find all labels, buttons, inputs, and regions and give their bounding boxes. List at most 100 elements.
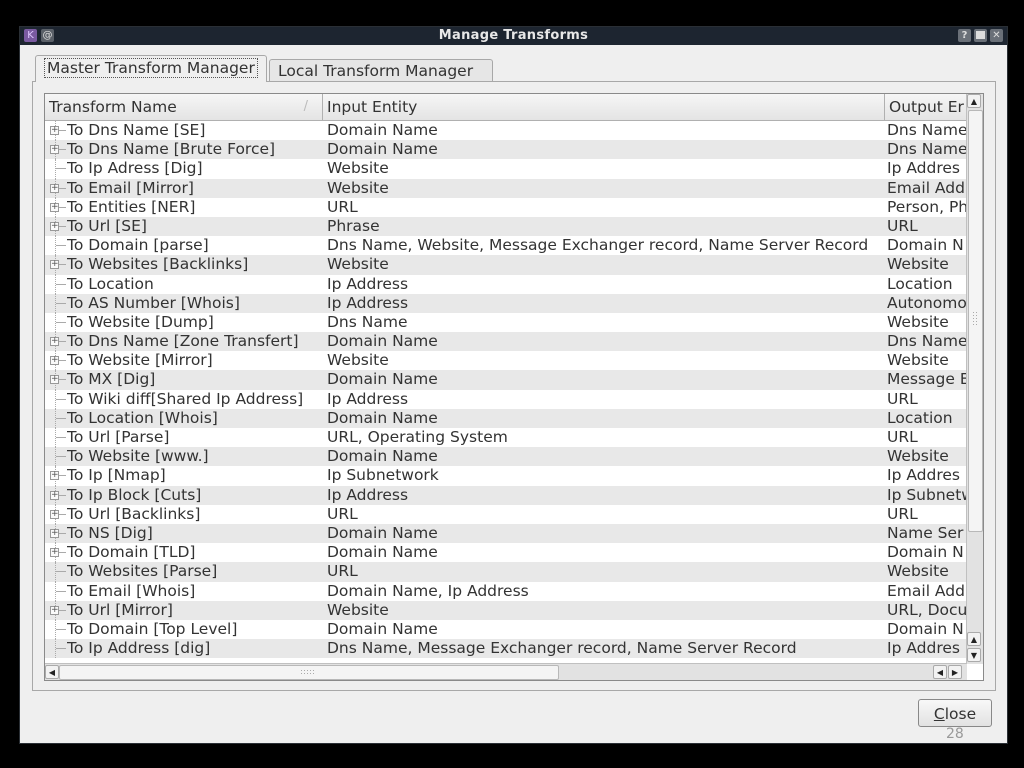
- tree-branch-line: [56, 321, 66, 323]
- table-row[interactable]: + To Websites [Backlinks] Website Website: [45, 255, 967, 275]
- cell-output-entity: Autonomo: [887, 293, 967, 312]
- cell-input-entity: Phrase: [327, 216, 380, 235]
- expand-icon[interactable]: +: [50, 337, 59, 347]
- cell-transform-name: To Website [Dump]: [67, 312, 214, 331]
- table-row[interactable]: To Website [www.] Domain Name Website: [45, 447, 967, 467]
- cell-input-entity: Domain Name: [327, 370, 438, 389]
- help-icon[interactable]: ?: [958, 29, 971, 42]
- table-row[interactable]: + To Domain [TLD] Domain Name Domain N: [45, 543, 967, 563]
- cell-transform-name: To MX [Dig]: [67, 370, 156, 389]
- table-row[interactable]: To Location [Whois] Domain Name Location: [45, 408, 967, 428]
- cell-input-entity: Domain Name, Ip Address: [327, 581, 529, 600]
- cell-input-entity: Domain Name: [327, 408, 438, 427]
- cell-output-entity: Website: [887, 312, 949, 331]
- table-row[interactable]: To Websites [Parse] URL Website: [45, 562, 967, 582]
- cell-input-entity: Domain Name: [327, 523, 438, 542]
- expand-icon[interactable]: +: [50, 221, 59, 231]
- cell-transform-name: To AS Number [Whois]: [67, 293, 240, 312]
- expand-icon[interactable]: +: [50, 145, 59, 155]
- table-row[interactable]: + To Url [Backlinks] URL URL: [45, 504, 967, 524]
- table-row[interactable]: + To Dns Name [Zone Transfert] Domain Name…: [45, 332, 967, 352]
- expand-icon[interactable]: +: [50, 126, 59, 135]
- table-row[interactable]: + To Website [Mirror] Website Website: [45, 351, 967, 371]
- cell-output-entity: Domain N: [887, 619, 964, 638]
- expand-icon[interactable]: +: [50, 356, 59, 366]
- table-row[interactable]: To Url [Parse] URL, Operating System URL: [45, 428, 967, 448]
- cell-transform-name: To Ip [Nmap]: [67, 466, 166, 485]
- cell-input-entity: Dns Name, Website, Message Exchanger rec…: [327, 236, 869, 255]
- table-row[interactable]: + To NS [Dig] Domain Name Name Ser: [45, 523, 967, 544]
- table-row[interactable]: + To Email [Mirror] Website Email Add: [45, 178, 967, 198]
- table-row[interactable]: To AS Number [Whois] Ip Address Autonomo: [45, 293, 967, 313]
- cell-output-entity: Website: [887, 351, 949, 370]
- grip-icon: [972, 311, 979, 325]
- table-row[interactable]: + To Ip Block [Cuts] Ip Address Ip Subnetw: [45, 485, 967, 505]
- table-row[interactable]: To Location Ip Address Location: [45, 274, 967, 294]
- tree-branch-line: [56, 456, 66, 458]
- cell-output-entity: Message E: [887, 370, 967, 389]
- cell-transform-name: To Dns Name [SE]: [67, 121, 206, 139]
- table-row[interactable]: To Email [Whois] Domain Name, Ip Address E…: [45, 581, 967, 601]
- close-button[interactable]: Close: [918, 699, 992, 727]
- table-row[interactable]: + To Url [Mirror] Website URL, Docu: [45, 600, 967, 620]
- table-row[interactable]: + To Dns Name [Brute Force] Domain Name Dns…: [45, 140, 967, 160]
- cell-transform-name: To Ip Adress [Dig]: [67, 159, 203, 178]
- column-header-output-entity[interactable]: Output Er: [885, 94, 967, 120]
- vertical-scroll-thumb[interactable]: [968, 110, 983, 532]
- expand-icon[interactable]: +: [50, 548, 59, 558]
- tab-label: Local Transform Manager: [278, 62, 474, 80]
- scroll-left-button-right[interactable]: ◀: [933, 665, 947, 679]
- expand-icon[interactable]: +: [50, 375, 59, 385]
- table-row[interactable]: + To Dns Name [SE] Domain Name Dns Name: [45, 121, 967, 141]
- cell-transform-name: To Url [Mirror]: [67, 600, 173, 619]
- scroll-up-button[interactable]: ▲: [967, 94, 981, 108]
- cell-output-entity: URL: [887, 216, 918, 235]
- table-row[interactable]: + To Entities [NER] URL Person, Ph: [45, 197, 967, 217]
- expand-icon[interactable]: +: [50, 528, 59, 538]
- scroll-left-button[interactable]: ◀: [45, 665, 59, 679]
- expand-icon[interactable]: +: [50, 471, 59, 481]
- table-row[interactable]: To Wiki diff[Shared Ip Address] Ip Addres…: [45, 389, 967, 409]
- table-row[interactable]: To Domain [Top Level] Domain Name Domain N: [45, 619, 967, 640]
- table-row[interactable]: + To MX [Dig] Domain Name Message E: [45, 370, 967, 390]
- maximize-icon[interactable]: [974, 29, 987, 42]
- scroll-up-button-lower[interactable]: ▲: [967, 632, 981, 646]
- sort-indicator-icon: /: [303, 99, 308, 114]
- cell-output-entity: Person, Ph: [887, 197, 967, 216]
- expand-icon[interactable]: +: [50, 509, 59, 519]
- cell-input-entity: Website: [327, 178, 389, 197]
- table-row[interactable]: To Ip Address [dig] Dns Name, Message Exc…: [45, 639, 967, 659]
- tab-local-transform-manager[interactable]: Local Transform Manager: [269, 59, 493, 82]
- column-header-input-entity[interactable]: Input Entity: [323, 94, 885, 120]
- tree-branch-line: [56, 628, 66, 630]
- expand-icon[interactable]: +: [50, 490, 59, 500]
- scroll-down-button[interactable]: ▼: [967, 648, 981, 662]
- transforms-table: Transform Name / Input Entity Output Er …: [44, 93, 984, 681]
- tree-branch-line: [56, 437, 66, 438]
- tab-master-transform-manager[interactable]: Master Transform Manager: [35, 55, 267, 82]
- table-header: Transform Name / Input Entity Output Er: [45, 94, 967, 121]
- expand-icon[interactable]: +: [50, 183, 59, 193]
- cell-input-entity: Ip Address: [327, 274, 409, 293]
- horizontal-scrollbar[interactable]: ◀ ◀ ▶: [45, 663, 967, 680]
- table-row[interactable]: To Ip Adress [Dig] Website Ip Addres: [45, 159, 967, 179]
- table-row[interactable]: To Domain [parse] Dns Name, Website, Mess…: [45, 236, 967, 256]
- cell-input-entity: Ip Subnetwork: [327, 466, 439, 485]
- cell-output-entity: Email Add: [887, 178, 965, 197]
- table-row[interactable]: To Website [Dump] Dns Name Website: [45, 312, 967, 333]
- vertical-scrollbar[interactable]: ▲ ▲ ▼: [966, 94, 983, 664]
- cell-output-entity: Dns Name: [887, 140, 967, 159]
- scroll-right-button[interactable]: ▶: [948, 665, 962, 679]
- expand-icon[interactable]: +: [50, 605, 59, 615]
- table-row[interactable]: + To Url [SE] Phrase URL: [45, 216, 967, 237]
- expand-icon[interactable]: +: [50, 260, 59, 270]
- cell-input-entity: Domain Name: [327, 543, 438, 562]
- cell-transform-name: To Url [SE]: [67, 216, 147, 235]
- expand-icon[interactable]: +: [50, 202, 59, 212]
- column-header-transform-name[interactable]: Transform Name /: [45, 94, 323, 120]
- table-row[interactable]: + To Ip [Nmap] Ip Subnetwork Ip Addres: [45, 466, 967, 486]
- horizontal-scroll-thumb[interactable]: [59, 665, 559, 680]
- close-icon[interactable]: ✕: [990, 29, 1003, 42]
- cell-output-entity: Ip Addres: [887, 466, 960, 485]
- tree-branch-line: [56, 571, 66, 573]
